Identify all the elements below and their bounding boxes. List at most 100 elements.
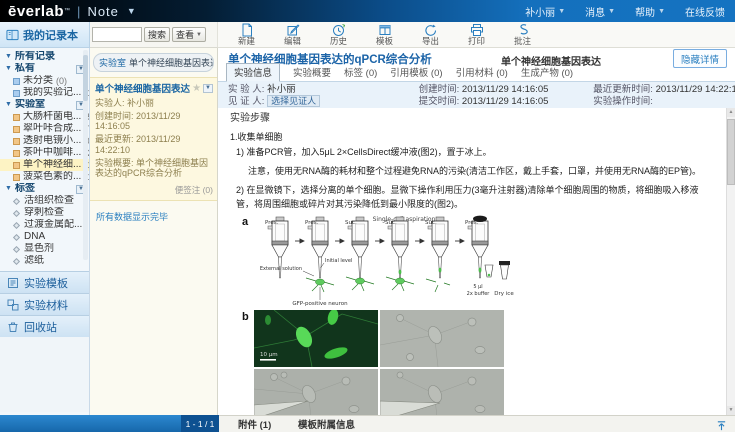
experiment-card[interactable]: 单个神经细胞基因表达... ★ ▼ 实验人: 补小丽 创建时间: 2013/11… (90, 77, 217, 201)
export-button[interactable]: 导出 (414, 22, 447, 47)
scroll-up-icon[interactable]: ▲ (727, 108, 735, 117)
tab-tags[interactable]: 标签 (0) (344, 64, 377, 81)
search-input[interactable] (92, 27, 142, 42)
chevron-down-icon: ▼ (196, 32, 202, 38)
step-1: 1) 准备PCR管，加入5μL 2×CellsDirect缓冲液(图2)，置于冰… (236, 145, 713, 159)
all-data-loaded-label: 所有数据显示完毕 (96, 210, 217, 223)
sidebar-tag-1[interactable]: 穿刺检查 (0, 207, 89, 219)
sidebar-item-lab-1[interactable]: 翠叶咔合成...(7) (0, 123, 89, 135)
micrograph-gfp: 10 μm (254, 310, 378, 367)
sidebar-tag-0[interactable]: 活组织检查 (0, 195, 89, 207)
step-note: 注意，使用无RNA酶的耗材和整个过程避免RNA的污染(清洁工作区，戴上手套，口罩… (248, 164, 713, 178)
buffer-label: 5 μl (473, 284, 482, 290)
figure-a-label: a (242, 215, 254, 308)
logo-divider: | (77, 4, 80, 19)
sidebar-item-my-records[interactable]: 我的实验记...(1) (0, 87, 89, 99)
micrograph-dic-1 (380, 310, 504, 367)
notebook-square-icon (13, 150, 20, 157)
view-button[interactable]: 查看▼ (172, 27, 206, 42)
buffer-label: 2x buffer (467, 291, 491, 297)
annotate-button[interactable]: 批注 (506, 22, 539, 47)
sidebar-section-private[interactable]: ▼私有▼ (0, 63, 89, 75)
sidebar-section-lab[interactable]: ▼实验室▼ (0, 99, 89, 111)
step-2: 2) 在显微镜下，选择分离的单个细胞。显微下操作利用压力(3毫升注射器)清除单个… (236, 183, 713, 211)
sidebar-item-lab-0[interactable]: 大肠杆菌电...(5) (0, 111, 89, 123)
top-bar: ēverlab™ | Note ▼ 补小丽▼ 消息▼ 帮助▼ 在线反馈 (0, 0, 735, 22)
single-cell-aspiration-diagram: Single-cell aspiration Pres. Pres. Suc. … (254, 215, 516, 308)
tag-icon (13, 245, 20, 252)
attachments-tab[interactable]: 附件 (1) (238, 416, 271, 432)
sidebar-item-lab-3[interactable]: 茶叶中咖啡...(2) (0, 147, 89, 159)
notebook-square-icon (13, 114, 20, 121)
messages-menu[interactable]: 消息▼ (585, 4, 615, 19)
tab-products[interactable]: 生成产物 (0) (521, 64, 573, 81)
user-menu[interactable]: 补小丽▼ (525, 4, 565, 19)
app-logo: ēverlab (8, 3, 64, 20)
tab-experiment-summary[interactable]: 实验概要 (293, 64, 331, 81)
help-menu[interactable]: 帮助▼ (635, 4, 665, 19)
content-scrollbar[interactable]: ▲ ▼ (726, 108, 735, 415)
sidebar-nav-templates[interactable]: 实验模板 (0, 271, 89, 293)
card-updated: 最近更新: 2013/11/29 14:22:10 (95, 134, 213, 155)
notebook-square-icon (13, 78, 20, 85)
card-menu-icon[interactable]: ▼ (203, 84, 213, 93)
sidebar-item-uncategorized[interactable]: 未分类(0) (0, 75, 89, 87)
tab-experiment-info[interactable]: 实验信息 (226, 63, 280, 82)
triangle-down-icon: ▼ (5, 63, 12, 75)
sidebar-section-tags[interactable]: ▼标签▼ (0, 183, 89, 195)
notebook-square-icon (13, 174, 20, 181)
annotate-s-icon (516, 23, 530, 37)
template-info-tab[interactable]: 模板附属信息 (298, 416, 355, 432)
edit-button[interactable]: 编辑 (276, 22, 309, 47)
micrograph-grid: 10 μm (254, 310, 504, 415)
sticky-notes-badge[interactable]: 便签注 (0) (95, 184, 213, 196)
sidebar-nav-materials[interactable]: 实验材料 (0, 293, 89, 315)
sidebar-tag-4[interactable]: 显色剂 (0, 243, 89, 255)
experiment-card-title[interactable]: 单个神经细胞基因表达... (95, 81, 190, 95)
scrollbar-thumb[interactable] (727, 119, 735, 185)
sidebar-item-lab-5[interactable]: 菠菜色素的...(1) (0, 171, 89, 183)
scroll-down-icon[interactable]: ▼ (727, 406, 735, 415)
sidebar-nav-recycle[interactable]: 回收站 (0, 315, 89, 337)
sidebar-scrollbar[interactable] (83, 50, 88, 260)
search-button[interactable]: 搜索 (144, 27, 170, 42)
scrollbar-thumb[interactable] (83, 55, 88, 101)
history-button[interactable]: 历史 (322, 22, 355, 47)
sidebar: ▼所有记录 ▼私有▼ 未分类(0) 我的实验记...(1) ▼实验室▼ 大肠杆菌… (0, 48, 90, 415)
trash-icon (7, 321, 19, 333)
new-button[interactable]: 新建 (230, 22, 263, 47)
sidebar-item-all-records[interactable]: ▼所有记录 (0, 51, 89, 63)
tab-cited-templates[interactable]: 引用模板 (0) (390, 64, 442, 81)
tag-icon (13, 221, 20, 228)
micrograph-dic-pipette-1 (254, 369, 378, 415)
template-icon (378, 23, 392, 37)
pagination[interactable]: 1 - 1 / 1 (181, 415, 219, 432)
external-solution-label: External solution (260, 266, 302, 272)
new-document-icon (240, 23, 254, 37)
main-content: 单个神经细胞基因表达的qPCR综合分析 单个神经细胞基因表达 隐藏详情 实验信息… (218, 48, 735, 415)
notebook-icon (6, 29, 19, 41)
chevron-down-icon: ▼ (608, 8, 615, 15)
print-button[interactable]: 打印 (460, 22, 493, 47)
chevron-down-icon: ▼ (558, 8, 565, 15)
card-summary: 实验概要: 单个神经细胞基因表达的qPCR综合分析 (95, 158, 213, 179)
my-notebooks-header[interactable]: 我的记录本 (0, 22, 90, 48)
sidebar-tag-3[interactable]: DNA (0, 231, 89, 243)
star-icon[interactable]: ★ (192, 83, 201, 94)
sidebar-tag-5[interactable]: 滤纸 (0, 255, 89, 267)
select-witness-button[interactable]: 选择见证人 (267, 95, 320, 107)
notebook-square-icon (13, 90, 20, 97)
sidebar-item-lab-2[interactable]: 透射电镜小...(0) (0, 135, 89, 147)
dry-ice-label: Dry ice (494, 291, 514, 297)
back-to-top-button[interactable] (716, 418, 727, 432)
pipette-label: Pres. (305, 220, 319, 226)
tab-cited-materials[interactable]: 引用材料 (0) (456, 64, 508, 81)
feedback-link[interactable]: 在线反馈 (685, 4, 725, 19)
scale-bar-label: 10 μm (260, 352, 278, 358)
scope-chip[interactable]: 实验室 单个神经细胞基因表达 (93, 53, 214, 72)
bottom-bar: 1 - 1 / 1 附件 (1) 模板附属信息 (0, 415, 735, 432)
product-chevron-down-icon[interactable]: ▼ (127, 6, 136, 16)
sidebar-tag-2[interactable]: 过渡金属配... (0, 219, 89, 231)
template-button[interactable]: 模板 (368, 22, 401, 47)
sidebar-item-lab-4-selected[interactable]: 单个神经细...(1) (0, 159, 89, 171)
